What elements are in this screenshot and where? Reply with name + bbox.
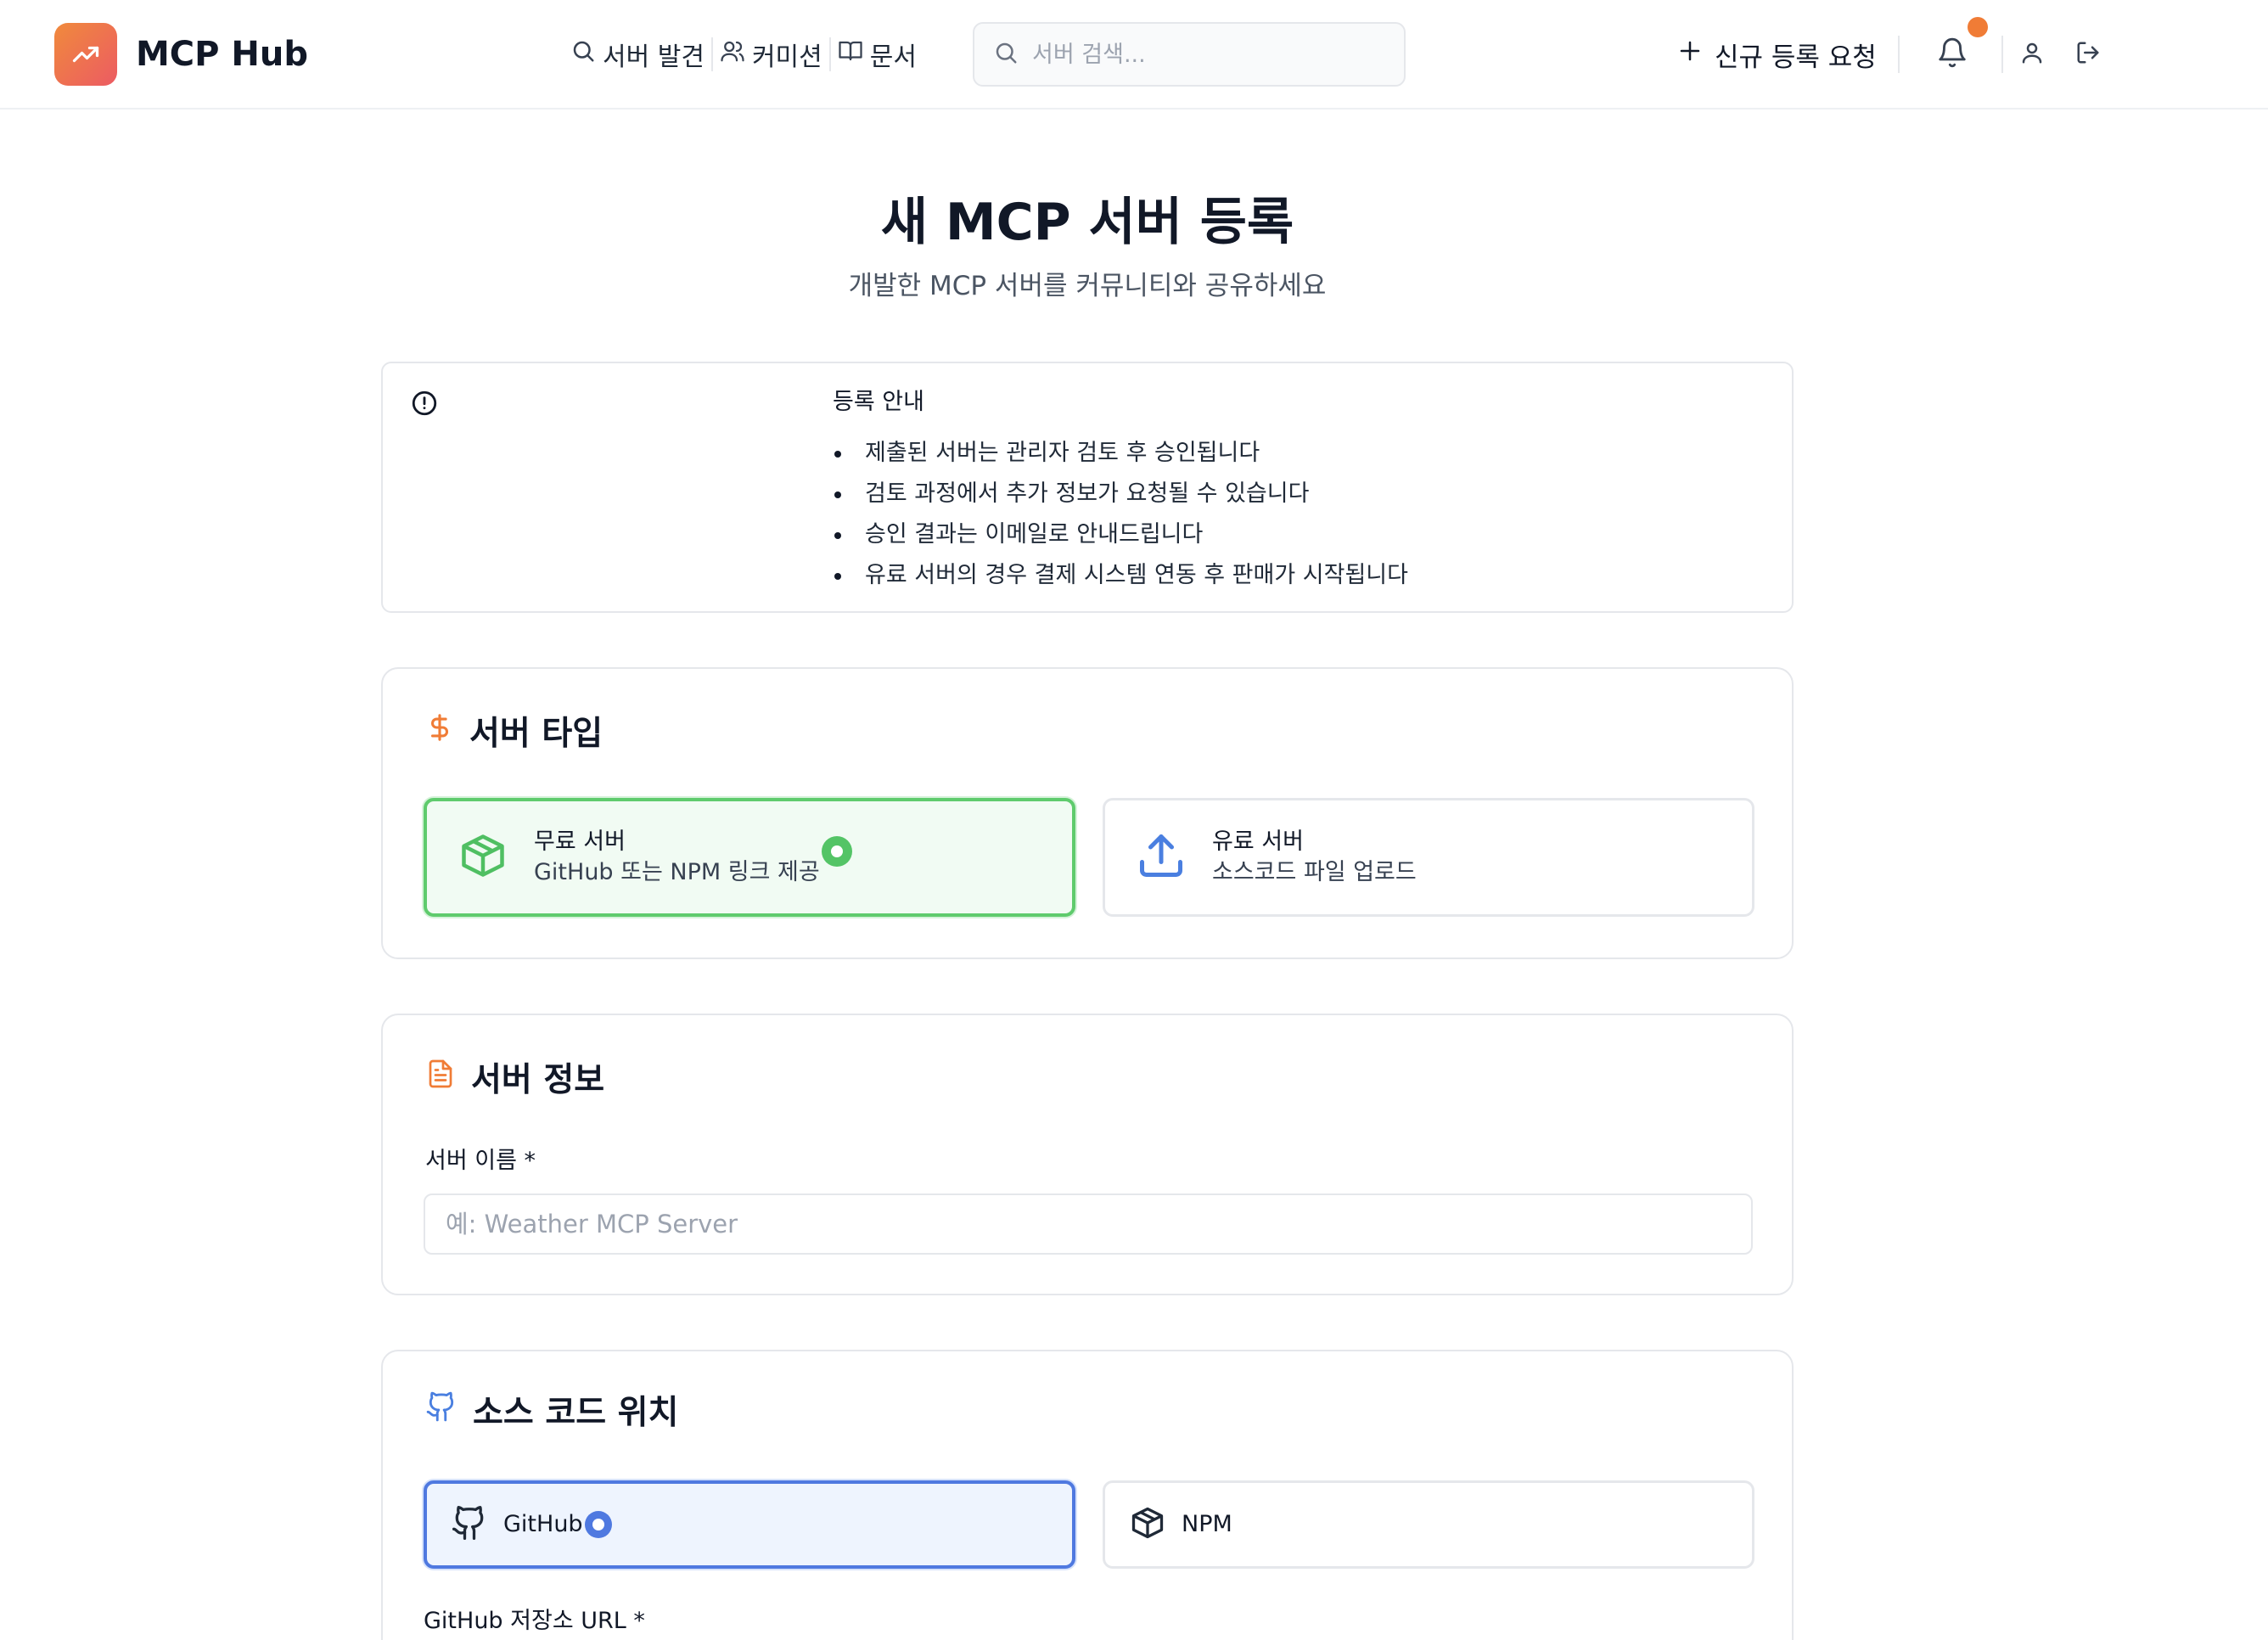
logout-icon bbox=[2075, 39, 2101, 70]
upload-icon bbox=[1136, 830, 1187, 885]
search-icon bbox=[993, 40, 1019, 69]
notice-title: 등록 안내 bbox=[833, 389, 924, 415]
server-type-title: 서버 타입 bbox=[469, 714, 603, 753]
book-icon bbox=[838, 38, 863, 70]
npm-option-label: NPM bbox=[1182, 1511, 1232, 1537]
nav-discover[interactable]: 서버 발견 bbox=[564, 32, 711, 76]
notice-list: 제출된 서버는 관리자 검토 후 승인됩니다 검토 과정에서 추가 정보가 요청… bbox=[833, 433, 1408, 596]
bell-icon bbox=[1936, 36, 1968, 73]
file-text-icon bbox=[425, 1056, 456, 1104]
source-location-heading: 소스 코드 위치 bbox=[425, 1389, 678, 1437]
github-icon bbox=[425, 1389, 458, 1437]
free-server-texts: 무료 서버 GitHub 또는 NPM 링크 제공 bbox=[534, 827, 820, 888]
list-item: 승인 결과는 이메일로 안내드립니다 bbox=[833, 514, 1408, 555]
github-option[interactable]: GitHub bbox=[424, 1480, 1075, 1569]
search-box[interactable] bbox=[973, 22, 1406, 87]
paid-server-desc: 소스코드 파일 업로드 bbox=[1212, 859, 1417, 885]
alert-circle-icon bbox=[410, 389, 439, 421]
package-icon bbox=[458, 830, 508, 885]
profile-button[interactable] bbox=[2017, 37, 2047, 71]
list-item: 제출된 서버는 관리자 검토 후 승인됩니다 bbox=[833, 433, 1408, 474]
notification-button[interactable] bbox=[1934, 34, 1971, 75]
registration-notice: 등록 안내 제출된 서버는 관리자 검토 후 승인됩니다 검토 과정에서 추가 … bbox=[381, 362, 1794, 613]
users-icon bbox=[720, 38, 745, 70]
server-name-input[interactable] bbox=[424, 1193, 1753, 1255]
source-location-title: 소스 코드 위치 bbox=[473, 1393, 679, 1432]
free-server-title: 무료 서버 bbox=[534, 828, 626, 855]
nav-docs[interactable]: 문서 bbox=[831, 32, 923, 76]
user-icon bbox=[2019, 39, 2045, 70]
github-radio[interactable] bbox=[584, 1511, 612, 1538]
github-url-label: GitHub 저장소 URL * bbox=[424, 1608, 645, 1634]
header-divider bbox=[1898, 36, 1900, 73]
nav-docs-label: 문서 bbox=[869, 42, 917, 72]
paid-server-title: 유료 서버 bbox=[1212, 828, 1304, 855]
logout-button[interactable] bbox=[2073, 37, 2103, 71]
dollar-icon bbox=[425, 710, 454, 758]
paid-server-option[interactable]: 유료 서버 소스코드 파일 업로드 bbox=[1103, 798, 1754, 917]
paid-server-texts: 유료 서버 소스코드 파일 업로드 bbox=[1212, 827, 1417, 888]
free-server-radio[interactable] bbox=[821, 836, 852, 867]
list-item: 유료 서버의 경우 결제 시스템 연동 후 판매가 시작됩니다 bbox=[833, 555, 1408, 596]
search-input[interactable] bbox=[1032, 41, 1372, 68]
source-location-card: 소스 코드 위치 GitHub NPM GitHub 저장소 URL * bbox=[381, 1350, 1794, 1640]
page-title: 새 MCP 서버 등록 bbox=[880, 193, 1294, 252]
server-info-card: 서버 정보 서버 이름 * bbox=[381, 1014, 1794, 1295]
github-icon bbox=[451, 1502, 488, 1547]
free-server-desc: GitHub 또는 NPM 링크 제공 bbox=[534, 859, 820, 885]
new-request-button[interactable]: 신규 등록 요청 bbox=[1677, 32, 1877, 76]
new-request-label: 신규 등록 요청 bbox=[1715, 42, 1877, 73]
main-nav: 서버 발견 커미션 문서 bbox=[564, 32, 923, 76]
nav-commission[interactable]: 커미션 bbox=[713, 32, 829, 76]
header-divider bbox=[2001, 36, 2003, 73]
plus-icon bbox=[1677, 38, 1703, 70]
list-item: 검토 과정에서 추가 정보가 요청될 수 있습니다 bbox=[833, 474, 1408, 514]
nav-commission-label: 커미션 bbox=[751, 42, 822, 72]
server-info-heading: 서버 정보 bbox=[425, 1056, 604, 1104]
server-type-card: 서버 타입 무료 서버 GitHub 또는 NPM 링크 제공 유료 서버 소스… bbox=[381, 667, 1794, 959]
server-type-heading: 서버 타입 bbox=[425, 710, 603, 758]
server-name-label: 서버 이름 * bbox=[425, 1148, 536, 1174]
page-subtitle: 개발한 MCP 서버를 커뮤니티와 공유하세요 bbox=[848, 271, 1327, 301]
nav-discover-label: 서버 발견 bbox=[603, 42, 705, 72]
notification-badge bbox=[1968, 17, 1988, 37]
search-icon bbox=[570, 38, 596, 70]
package-icon bbox=[1129, 1502, 1166, 1547]
top-header: MCP Hub 서버 발견 커미션 문서 서버 검색... 신규 등록 요청 bbox=[0, 0, 2268, 110]
app-name[interactable]: MCP Hub bbox=[136, 31, 308, 78]
npm-option[interactable]: NPM bbox=[1103, 1480, 1754, 1569]
github-option-label: GitHub bbox=[503, 1511, 583, 1537]
logo-icon[interactable] bbox=[54, 23, 117, 86]
free-server-option[interactable]: 무료 서버 GitHub 또는 NPM 링크 제공 bbox=[424, 798, 1075, 917]
server-info-title: 서버 정보 bbox=[471, 1060, 605, 1099]
